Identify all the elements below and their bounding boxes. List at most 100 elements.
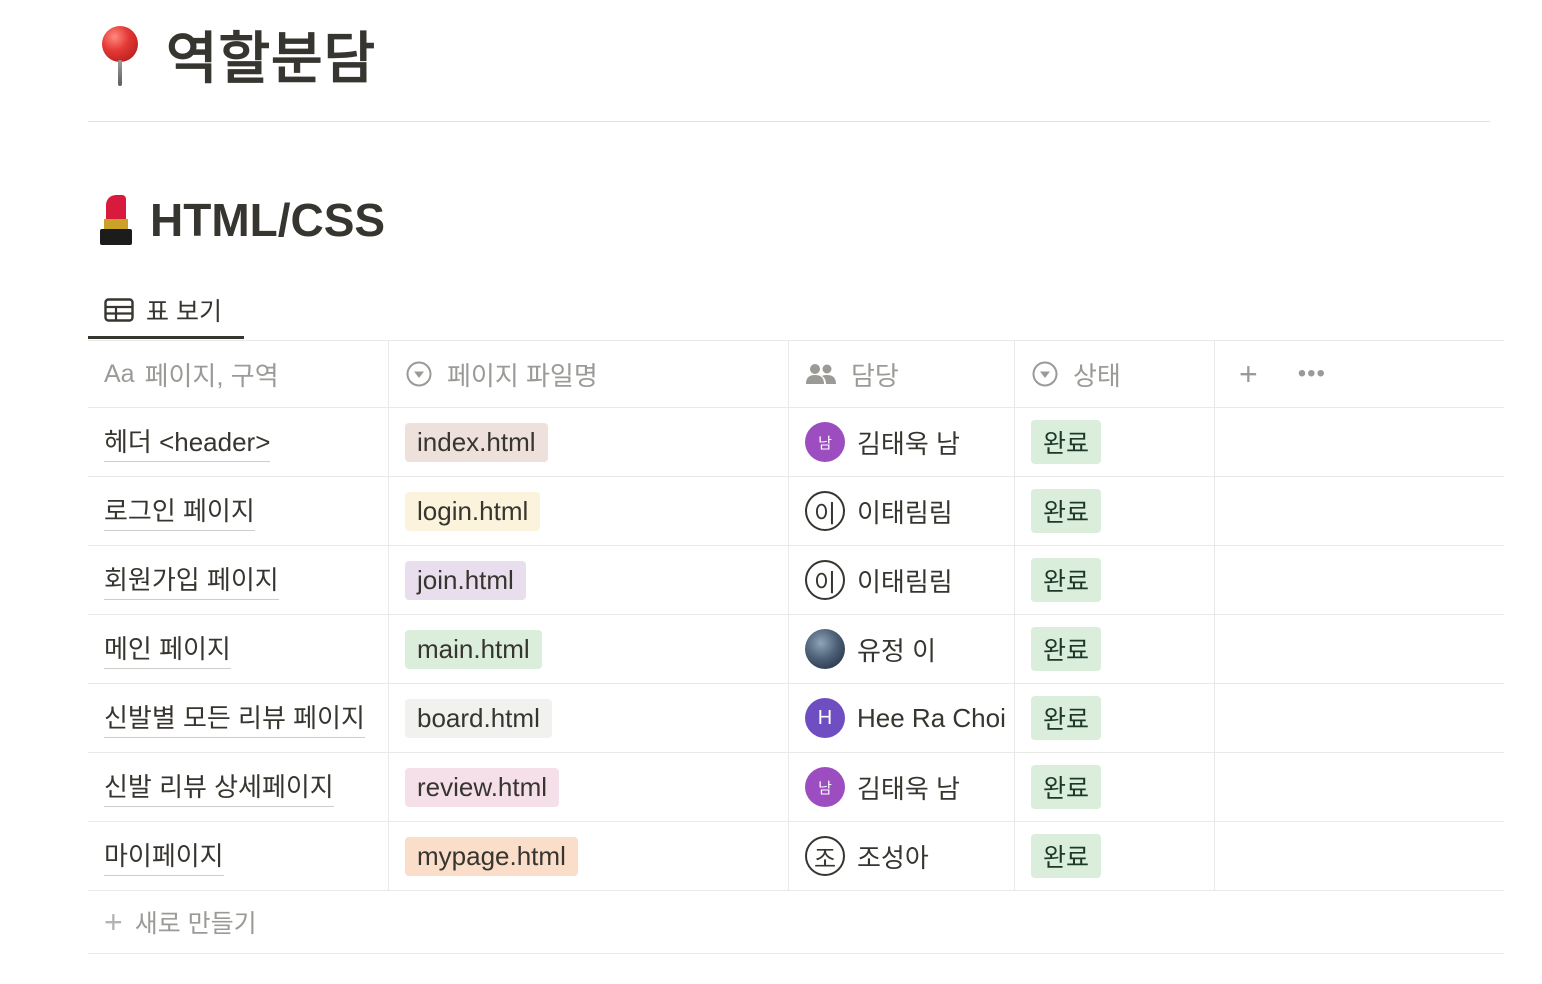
status-badge: 완료 xyxy=(1031,627,1102,671)
column-header-label: 페이지, 구역 xyxy=(144,360,279,391)
file-cell[interactable]: login.html xyxy=(389,477,789,545)
lipstick-emoji-icon xyxy=(96,193,136,247)
more-options-button[interactable]: ••• xyxy=(1298,360,1326,388)
table-row[interactable]: 로그인 페이지 login.html 이 이태림림 완료 xyxy=(88,477,1504,546)
file-tag: main.html xyxy=(405,629,542,669)
title-cell[interactable]: 신발별 모든 리뷰 페이지 xyxy=(88,684,389,752)
avatar: H xyxy=(805,698,845,738)
status-cell[interactable]: 완료 xyxy=(1015,546,1215,614)
column-header-status[interactable]: 상태 xyxy=(1015,341,1215,407)
table-row[interactable]: 헤더 <header> index.html 남 김태욱 남 완료 xyxy=(88,408,1504,477)
row-title[interactable]: 신발별 모든 리뷰 페이지 xyxy=(104,698,365,738)
avatar xyxy=(805,629,845,669)
file-cell[interactable]: join.html xyxy=(389,546,789,614)
add-column-button[interactable]: + xyxy=(1239,356,1258,393)
empty-cell xyxy=(1215,477,1504,545)
tab-table-view[interactable]: 표 보기 xyxy=(88,280,244,340)
table-row[interactable]: 메인 페이지 main.html 유정 이 완료 xyxy=(88,615,1504,684)
title-cell[interactable]: 신발 리뷰 상세페이지 xyxy=(88,753,389,821)
column-header-label: 페이지 파일명 xyxy=(447,360,598,391)
row-title[interactable]: 로그인 페이지 xyxy=(104,491,255,531)
row-title[interactable]: 마이페이지 xyxy=(104,836,224,876)
status-cell[interactable]: 완료 xyxy=(1015,408,1215,476)
column-header-title[interactable]: Aa 페이지, 구역 xyxy=(88,341,389,407)
status-badge: 완료 xyxy=(1031,558,1102,602)
column-header-assignee[interactable]: 담당 xyxy=(789,341,1015,407)
column-header-file[interactable]: 페이지 파일명 xyxy=(389,341,789,407)
title-cell[interactable]: 헤더 <header> xyxy=(88,408,389,476)
tab-label: 표 보기 xyxy=(146,298,222,326)
page-title-row: 역할분담 xyxy=(96,18,376,90)
avatar: 남 xyxy=(805,767,845,807)
status-cell[interactable]: 완료 xyxy=(1015,753,1215,821)
section-title[interactable]: HTML/CSS xyxy=(150,193,385,247)
assignee-cell[interactable]: 이 이태림림 xyxy=(789,546,1015,614)
file-cell[interactable]: mypage.html xyxy=(389,822,789,890)
page-title[interactable]: 역할분담 xyxy=(166,14,376,95)
file-tag: join.html xyxy=(405,560,526,600)
row-title[interactable]: 메인 페이지 xyxy=(104,629,231,669)
status-cell[interactable]: 완료 xyxy=(1015,822,1215,890)
title-cell[interactable]: 메인 페이지 xyxy=(88,615,389,683)
row-title[interactable]: 헤더 <header> xyxy=(104,422,271,462)
empty-cell xyxy=(1215,615,1504,683)
assignee-name: 김태욱 남 xyxy=(857,773,960,804)
file-tag: login.html xyxy=(405,491,541,531)
avatar: 이 xyxy=(805,491,845,531)
status-badge: 완료 xyxy=(1031,834,1102,878)
status-badge: 완료 xyxy=(1031,765,1102,809)
assignee-cell[interactable]: H Hee Ra Choi xyxy=(789,684,1015,752)
people-property-icon xyxy=(805,362,837,386)
status-badge: 완료 xyxy=(1031,420,1102,464)
assignee-cell[interactable]: 조 조성아 xyxy=(789,822,1015,890)
file-tag: mypage.html xyxy=(405,836,578,876)
status-badge: 완료 xyxy=(1031,696,1102,740)
select-property-icon xyxy=(405,360,433,388)
column-header-label: 담당 xyxy=(851,360,899,391)
select-property-icon xyxy=(1031,360,1059,388)
tab-active-indicator xyxy=(88,336,244,339)
table-icon xyxy=(104,298,134,322)
table-row[interactable]: 신발별 모든 리뷰 페이지 board.html H Hee Ra Choi 완료 xyxy=(88,684,1504,753)
status-cell[interactable]: 완료 xyxy=(1015,615,1215,683)
table-row[interactable]: 신발 리뷰 상세페이지 review.html 남 김태욱 남 완료 xyxy=(88,753,1504,822)
assignee-cell[interactable]: 유정 이 xyxy=(789,615,1015,683)
assignee-cell[interactable]: 이 이태림림 xyxy=(789,477,1015,545)
assignee-name: 이태림림 xyxy=(857,497,953,528)
pushpin-emoji-icon[interactable] xyxy=(96,22,148,86)
new-row-button[interactable]: + 새로 만들기 xyxy=(88,891,1504,954)
table-body: 헤더 <header> index.html 남 김태욱 남 완료 로그인 페이지 logi… xyxy=(88,408,1504,891)
file-cell[interactable]: board.html xyxy=(389,684,789,752)
empty-cell xyxy=(1215,822,1504,890)
status-cell[interactable]: 완료 xyxy=(1015,684,1215,752)
title-cell[interactable]: 마이페이지 xyxy=(88,822,389,890)
row-title[interactable]: 회원가입 페이지 xyxy=(104,560,279,600)
text-property-icon: Aa xyxy=(104,359,135,388)
assignee-name: 이태림림 xyxy=(857,566,953,597)
table-row[interactable]: 회원가입 페이지 join.html 이 이태림림 완료 xyxy=(88,546,1504,615)
empty-cell xyxy=(1215,546,1504,614)
plus-icon: + xyxy=(104,903,123,940)
assignee-name: 조성아 xyxy=(857,842,929,873)
assignee-name: 유정 이 xyxy=(857,635,936,666)
assignee-name: Hee Ra Choi xyxy=(857,702,1006,733)
table-row[interactable]: 마이페이지 mypage.html 조 조성아 완료 xyxy=(88,822,1504,891)
column-header-label: 상태 xyxy=(1073,360,1121,391)
section-heading: HTML/CSS xyxy=(96,190,385,250)
empty-cell xyxy=(1215,684,1504,752)
status-cell[interactable]: 완료 xyxy=(1015,477,1215,545)
file-cell[interactable]: index.html xyxy=(389,408,789,476)
avatar: 남 xyxy=(805,422,845,462)
assignee-cell[interactable]: 남 김태욱 남 xyxy=(789,753,1015,821)
file-cell[interactable]: review.html xyxy=(389,753,789,821)
avatar: 이 xyxy=(805,560,845,600)
assignee-cell[interactable]: 남 김태욱 남 xyxy=(789,408,1015,476)
title-cell[interactable]: 로그인 페이지 xyxy=(88,477,389,545)
empty-cell xyxy=(1215,408,1504,476)
file-cell[interactable]: main.html xyxy=(389,615,789,683)
row-title[interactable]: 신발 리뷰 상세페이지 xyxy=(104,767,334,807)
avatar: 조 xyxy=(805,836,845,876)
new-row-label: 새로 만들기 xyxy=(134,910,257,938)
file-tag: board.html xyxy=(405,698,552,738)
title-cell[interactable]: 회원가입 페이지 xyxy=(88,546,389,614)
